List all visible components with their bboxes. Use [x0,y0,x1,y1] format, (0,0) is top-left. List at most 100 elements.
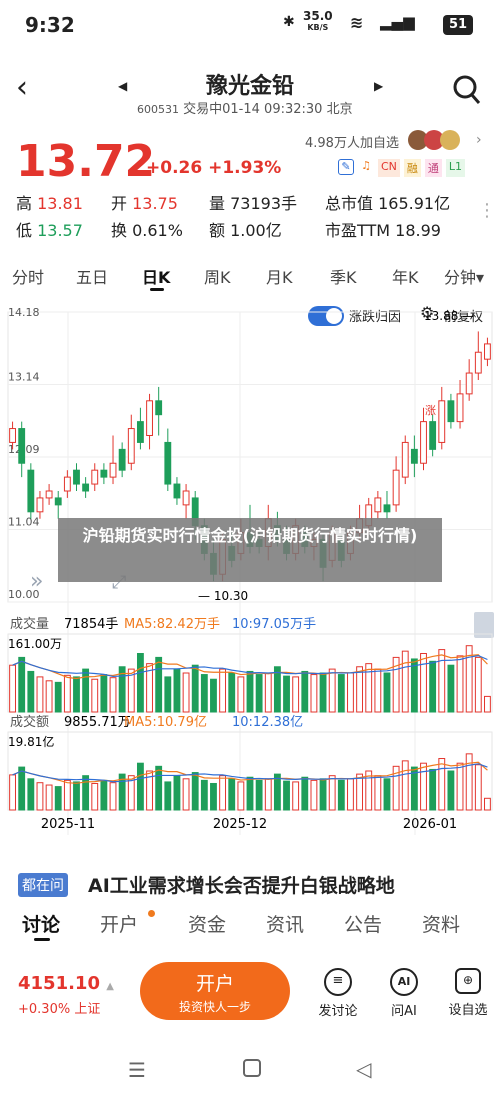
volume-ma5: MA5:82.42万手 [124,617,220,632]
bluetooth-icon: ✱ [283,14,295,30]
max-price-label: 13.88 — [424,309,474,323]
tab-intraday[interactable]: 分时 [12,264,44,288]
tab-minute[interactable]: 分钟▾ [444,264,484,288]
candle [383,504,391,513]
volume-bar [484,695,491,713]
turnover-bar [219,775,227,811]
tab-account[interactable]: 开户 [100,910,138,937]
candle [82,483,90,492]
trading-info: 交易中01-14 09:32:30 北京 [183,102,353,117]
volume-bar [456,655,464,713]
turnover-bar [456,762,464,811]
stat-value: 13.57 [37,221,83,240]
news-banner[interactable]: 都在问 AI工业需求增长会否提升白银战略地 [0,866,500,906]
volume-bar [319,672,327,713]
tab-discuss[interactable]: 讨论 [22,910,60,937]
turnover-bar [465,753,473,811]
avatar-group [408,130,468,150]
y-tick-label: 14.18 [8,306,40,319]
turnover-bar [100,779,108,811]
tab-profile[interactable]: 资料 [422,910,460,937]
turnover-bar [136,762,144,811]
volume-bar [374,668,382,713]
action-label: 发讨论 [318,1004,358,1019]
action-label: 问AI [391,1004,417,1019]
volume-bar [54,681,62,713]
tab-quarterly[interactable]: 季K [330,264,357,288]
turnover-bar [429,768,437,811]
home-icon[interactable] [243,1059,261,1077]
chevron-right-icon[interactable]: › [476,132,482,148]
tab-yearly[interactable]: 年K [392,264,419,288]
candle [474,351,482,374]
tag-margin: 融 [403,159,421,177]
news-title: AI工业需求增长会否提升白银战略地 [88,875,395,897]
volume-bar [27,670,35,713]
tab-news[interactable]: 资讯 [266,910,304,937]
stat-label: 额 [209,221,226,240]
volume-bar [100,674,108,713]
turnover-bar [109,782,117,811]
turnover-bar [255,779,263,811]
y-tick-label: 11.04 [8,516,40,529]
turnover-max-label: 19.81亿 [8,734,54,749]
index-value[interactable]: 4151.10 ▲ [18,973,114,994]
turnover-bar [438,758,446,811]
turnover-bar [264,778,272,811]
action-label: 设自选 [448,1003,488,1018]
x-tick-label: 2026-01 [403,817,457,832]
stat-value: 73193手 [230,194,298,213]
volume-max-label: 161.00万 [8,637,62,651]
index-price: 4151.10 [18,973,100,994]
bell-icon[interactable]: ♫ [358,159,374,175]
stat-value: 165.91亿 [378,194,451,213]
up-arrow-icon: ▲ [106,981,114,992]
followers-count: 4.98万人加自选 [305,136,399,151]
back-nav-icon[interactable]: ◁ [356,1057,371,1081]
ask-ai-action[interactable]: AI 问AI [384,968,424,1019]
candle [465,372,473,395]
turnover-bar [173,775,181,811]
candle [63,476,71,492]
tab-monthly[interactable]: 月K [266,264,293,288]
stat-value: 0.61% [132,221,183,240]
volume-bar [36,676,44,713]
watchlist-action[interactable]: ⊕ 设自选 [446,968,490,1018]
tag-row: ✎ ♫ CN 融 通 L1 [338,159,466,177]
stock-code: 600531 [137,103,179,116]
turnover-bar [228,778,236,811]
tab-notices[interactable]: 公告 [344,910,382,937]
candle [27,469,35,513]
stock-info: 600531 交易中01-14 09:32:30 北京 [137,98,353,117]
volume-bar [9,664,16,713]
tab-funds[interactable]: 资金 [188,910,226,937]
open-account-button[interactable]: 开户 投资快人一步 [140,962,290,1020]
turnover-bar [200,779,208,811]
news-badge: 都在问 [18,873,68,897]
menu-icon[interactable]: ☰ [128,1058,146,1082]
tab-weekly[interactable]: 周K [204,264,231,288]
turnover-bar [420,762,427,811]
candle [136,421,144,443]
volume-bar [383,672,391,713]
stat-value: 18.99 [395,221,441,240]
tab-5day[interactable]: 五日 [76,264,108,288]
tab-daily[interactable]: 日K [142,264,170,288]
volume-bar [155,656,163,713]
candle [18,428,26,464]
volume-bar [347,672,354,713]
bottom-bar: 4151.10 ▲ +0.30% 上证 开户 投资快人一步 ≡ 发讨论 AI 问… [0,950,500,1035]
turnover-bar [182,778,190,811]
candle [36,497,44,513]
volume-bar [246,670,254,713]
turnover-bar [401,760,409,811]
candle [410,448,418,464]
edit-icon[interactable]: ✎ [338,159,354,175]
expand-icon[interactable]: ⋮ [478,200,496,221]
search-icon[interactable] [452,74,482,106]
discuss-action[interactable]: ≡ 发讨论 [318,968,358,1019]
turnover-bar [374,775,382,811]
x-tick-label: 2025-11 [41,817,95,832]
volume-bar [365,663,373,713]
tag-connect: 通 [424,159,442,177]
